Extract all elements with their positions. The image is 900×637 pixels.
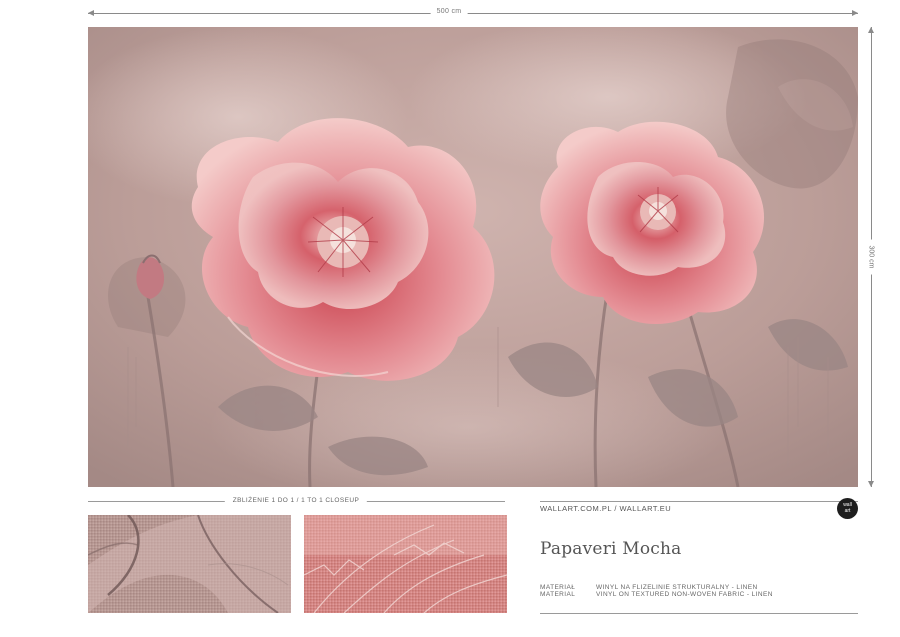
material-value-pl: WINYL NA FLIZELINIE STRUKTURALNY - LINEN (596, 584, 758, 591)
website-link[interactable]: WALLART.COM.PL / WALLART.EU (540, 504, 671, 513)
info-divider-top (540, 501, 858, 502)
width-dimension-line (88, 10, 858, 16)
mural-preview-image (88, 27, 858, 487)
closeup-swatch-1 (88, 515, 291, 613)
material-label-pl: MATERIAŁ (540, 584, 576, 591)
height-dimension-label: 300 cm (867, 239, 875, 275)
width-dimension-label: 500 cm (430, 8, 468, 15)
material-row-en: MATERIAL VINYL ON TEXTURED NON-WOVEN FABR… (540, 591, 773, 598)
closeup-label: ZBLIŻENIE 1 DO 1 / 1 TO 1 CLOSEUP (224, 497, 368, 504)
material-row-pl: MATERIAŁ WINYL NA FLIZELINIE STRUKTURALNY… (540, 584, 758, 591)
info-divider-bottom (540, 613, 858, 614)
product-title: Papaveri Mocha (540, 539, 682, 559)
brand-logo: wall art (837, 498, 858, 519)
material-value-en: VINYL ON TEXTURED NON-WOVEN FABRIC - LIN… (596, 591, 773, 598)
closeup-swatch-2 (304, 515, 507, 613)
material-label-en: MATERIAL (540, 591, 576, 598)
